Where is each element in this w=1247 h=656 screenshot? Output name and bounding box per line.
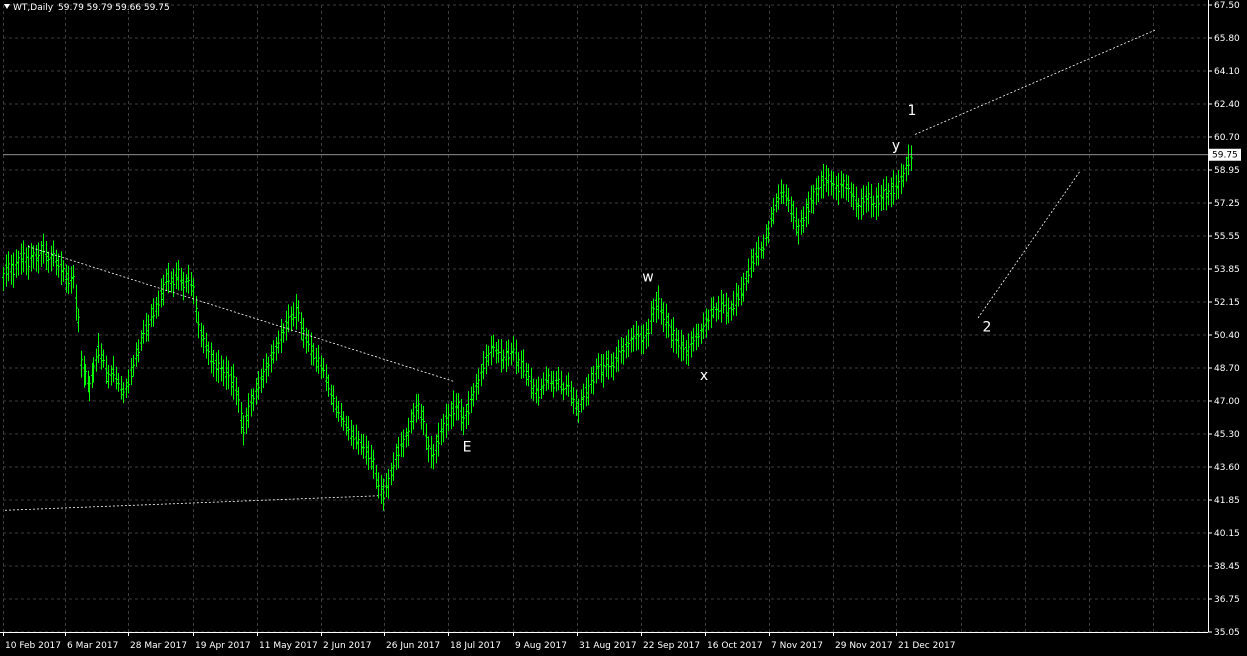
- x-tick-label: 6 Mar 2017: [67, 641, 118, 651]
- wave-label: y: [892, 138, 900, 154]
- y-tick-label: 62.40: [1214, 100, 1240, 110]
- y-tick-label: 50.40: [1214, 331, 1240, 341]
- wave-label: 1: [908, 103, 917, 119]
- y-tick-label: 55.55: [1214, 232, 1240, 242]
- y-tick-label: 67.50: [1214, 1, 1240, 11]
- y-tick-label: 58.95: [1214, 166, 1240, 176]
- wave-label: E: [463, 439, 472, 455]
- y-tick-label: 65.80: [1214, 34, 1240, 44]
- x-tick-label: 11 May 2017: [259, 641, 318, 651]
- y-tick-label: 48.70: [1214, 364, 1240, 374]
- x-tick-label: 28 Mar 2017: [130, 641, 187, 651]
- current-price-label: 59.75: [1212, 151, 1238, 161]
- chart-header: WT,Daily 59.79 59.79 59.66 59.75: [4, 3, 170, 13]
- x-tick-label: 10 Feb 2017: [5, 641, 61, 651]
- wave-label: w: [642, 269, 653, 285]
- y-tick-label: 38.45: [1214, 562, 1240, 572]
- dropdown-triangle-icon[interactable]: [4, 4, 10, 9]
- x-tick-label: 16 Oct 2017: [707, 641, 763, 651]
- price-chart[interactable]: 67.50 65.80 64.10 62.40 60.70 58.95 57.25 55.55…: [0, 0, 1247, 656]
- y-tick-label: 41.85: [1214, 496, 1240, 506]
- y-tick-label: 64.10: [1214, 67, 1240, 77]
- y-tick-label: 40.15: [1214, 529, 1240, 539]
- x-tick-label: 19 Apr 2017: [195, 641, 251, 651]
- x-tick-label: 31 Aug 2017: [579, 641, 637, 651]
- symbol-label: WT,Daily: [13, 3, 54, 13]
- x-tick-label: 2 Jun 2017: [323, 641, 371, 651]
- y-tick-label: 47.00: [1214, 397, 1240, 407]
- x-tick-label: 26 Jun 2017: [386, 641, 440, 651]
- y-tick-label: 45.30: [1214, 430, 1240, 440]
- y-tick-label: 52.15: [1214, 298, 1240, 308]
- y-tick-label: 35.05: [1214, 628, 1240, 638]
- x-tick-label: 29 Nov 2017: [835, 641, 893, 651]
- wave-label: 2: [983, 320, 992, 336]
- ohlc-values: 59.79 59.79 59.66 59.75: [58, 3, 170, 13]
- y-tick-label: 57.25: [1214, 199, 1240, 209]
- y-tick-label: 36.75: [1214, 595, 1240, 605]
- y-tick-label: 53.85: [1214, 265, 1240, 275]
- x-tick-label: 9 Aug 2017: [515, 641, 567, 651]
- x-tick-label: 22 Sep 2017: [643, 641, 700, 651]
- y-tick-label: 43.60: [1214, 463, 1240, 473]
- chart-background: [0, 0, 1247, 656]
- x-tick-label: 18 Jul 2017: [450, 641, 501, 651]
- x-tick-label: 21 Dec 2017: [898, 641, 956, 651]
- wave-label: x: [700, 368, 708, 384]
- y-tick-label: 60.70: [1214, 133, 1240, 143]
- x-tick-label: 7 Nov 2017: [771, 641, 823, 651]
